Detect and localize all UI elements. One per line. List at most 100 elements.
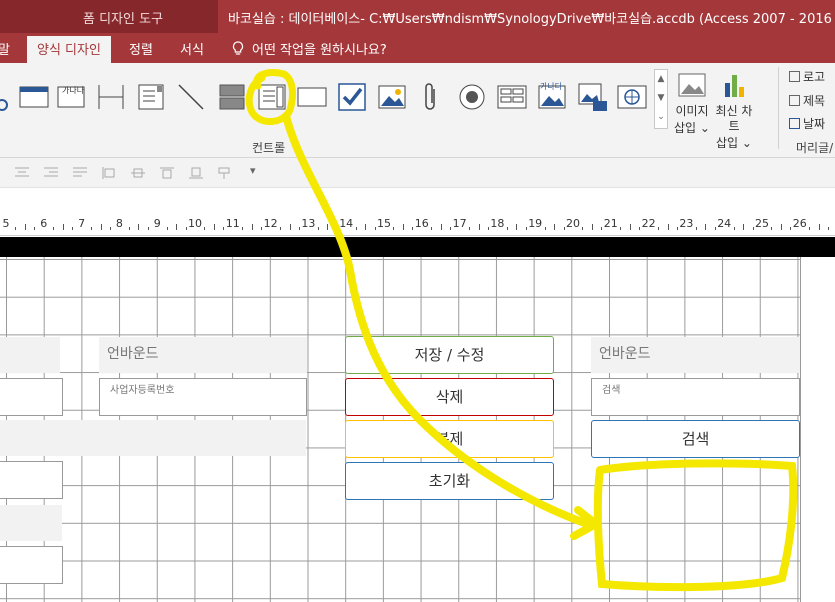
ruler-number: 13 — [301, 217, 316, 230]
left-field-2[interactable] — [0, 461, 63, 499]
form-header-bar[interactable] — [0, 237, 835, 257]
navigation-control-icon[interactable] — [0, 81, 18, 113]
rectangle-control-icon[interactable] — [296, 81, 328, 113]
align-middle-icon[interactable] — [130, 166, 146, 180]
modern-chart-button[interactable]: 최신 차트 삽입 ⌄ — [712, 71, 756, 151]
combo-box-icon[interactable] — [136, 81, 168, 113]
ruler-tick — [365, 224, 367, 230]
insert-image-label-2: 삽입 ⌄ — [674, 121, 710, 135]
toggle-button-icon[interactable] — [216, 81, 248, 113]
ruler-tick — [450, 227, 452, 230]
ruler-tick — [223, 227, 225, 230]
unbound-object-frame-icon[interactable] — [376, 81, 408, 113]
ruler-number: 21 — [603, 217, 618, 230]
line-control-icon[interactable] — [175, 81, 207, 113]
ruler-tick — [667, 224, 669, 230]
gallery-up-icon[interactable]: ▲ — [655, 70, 667, 89]
ruler-tick — [733, 227, 735, 230]
calendar-icon — [789, 118, 800, 129]
tell-me-box[interactable]: 어떤 작업을 원하시나요? — [232, 39, 387, 58]
ruler-tick — [620, 227, 622, 230]
ruler-tick — [544, 227, 546, 230]
ruler-tick — [563, 227, 565, 230]
save-edit-button[interactable]: 저장 / 수정 — [345, 336, 554, 374]
horizontal-ruler: 5 6 7 8 9 10 11 12 13 14 15 16 17 18 19 20 21 22 23 24 25 26 — [0, 212, 835, 236]
ruler-tick — [658, 227, 660, 230]
format-painter-icon[interactable] — [217, 166, 233, 180]
align-bottom-icon[interactable] — [188, 166, 204, 180]
check-box-icon[interactable] — [336, 81, 368, 113]
image-control-icon[interactable]: 가나다 — [536, 81, 568, 113]
ruler-tick — [780, 224, 782, 230]
align-center-icon[interactable] — [14, 166, 30, 180]
format-dropdown-icon[interactable]: ▾ — [250, 164, 256, 177]
unbound-label-right[interactable]: 언바운드 — [591, 337, 800, 373]
align-right-icon[interactable] — [43, 166, 59, 180]
controls-group-label: 컨트롤 — [252, 141, 286, 155]
header-footer-group-label: 머리글/ — [796, 141, 834, 155]
ruler-number: 19 — [528, 217, 543, 230]
align-top-icon[interactable] — [159, 166, 175, 180]
navigation-control-icon-2[interactable] — [616, 81, 648, 113]
ruler-number: 17 — [452, 217, 467, 230]
option-button-icon[interactable] — [456, 81, 488, 113]
unbound-label-left[interactable]: 언바운드 — [99, 337, 307, 373]
align-left-edge-icon[interactable] — [101, 166, 117, 180]
tab-cut-left[interactable]: 말 — [0, 39, 10, 58]
gallery-scroll[interactable]: ▲ ▼ ⌄ — [654, 69, 668, 129]
left-field-1[interactable] — [0, 378, 63, 416]
left-label-block[interactable] — [0, 337, 60, 373]
ruler-number: 26 — [792, 217, 807, 230]
ruler-tick — [336, 227, 338, 230]
attachment-icon[interactable] — [416, 81, 448, 113]
left-label-block-2[interactable] — [0, 505, 62, 541]
ruler-tick — [818, 224, 820, 230]
title-icon — [789, 95, 800, 106]
tab-arrange[interactable]: 정렬 — [129, 39, 153, 58]
logo-label: 로고 — [803, 70, 826, 84]
label-control-icon[interactable]: 가나다 — [56, 81, 88, 113]
date-time-button[interactable]: 날짜 — [789, 115, 825, 132]
ruler-tick — [147, 227, 149, 230]
modern-chart-label-1: 최신 차트 — [715, 104, 753, 133]
ruler-tick — [431, 227, 433, 230]
search-field[interactable]: 검색 — [591, 378, 800, 416]
duplicate-button[interactable]: 복제 — [345, 420, 554, 458]
title-button[interactable]: 제목 — [789, 92, 825, 109]
page-break-icon[interactable] — [95, 81, 127, 113]
gallery-down-icon[interactable]: ▼ — [655, 89, 667, 108]
business-number-field[interactable]: 사업자등록번호 — [99, 378, 307, 416]
image-glyph: 가나다 — [540, 82, 563, 91]
justify-icon[interactable] — [72, 166, 88, 180]
web-browser-control-icon[interactable] — [577, 81, 609, 113]
ribbon-separator — [778, 67, 779, 149]
list-box-icon[interactable] — [256, 81, 288, 113]
tab-form-design[interactable]: 양식 디자인 — [27, 36, 111, 63]
lightbulb-icon — [232, 41, 244, 55]
ribbon-tabs: 말 양식 디자인 정렬 서식 어떤 작업을 원하시나요? — [0, 33, 835, 63]
ruler-tick — [204, 227, 206, 230]
ruler-tick — [554, 224, 556, 230]
ruler-tick — [695, 227, 697, 230]
search-button[interactable]: 검색 — [591, 420, 800, 458]
left-field-3[interactable] — [0, 546, 63, 584]
reset-button[interactable]: 초기화 — [345, 462, 554, 500]
ruler-number: 22 — [641, 217, 656, 230]
subform-icon[interactable] — [496, 81, 528, 113]
ruler-tick — [15, 227, 17, 230]
tab-format[interactable]: 서식 — [180, 39, 204, 58]
ruler-number: 18 — [490, 217, 505, 230]
gallery-more-icon[interactable]: ⌄ — [655, 108, 667, 127]
delete-button[interactable]: 삭제 — [345, 378, 554, 416]
ruler-tick — [34, 227, 36, 230]
insert-image-button[interactable]: 이미지 삽입 ⌄ — [670, 71, 714, 136]
ruler-tick — [138, 224, 140, 230]
ruler-tick — [176, 224, 178, 230]
ruler-tick — [327, 224, 329, 230]
tab-control-icon[interactable] — [18, 81, 50, 113]
ruler-tick — [185, 227, 187, 230]
ruler-tick — [771, 227, 773, 230]
chart-icon — [725, 75, 744, 97]
logo-button[interactable]: 로고 — [789, 68, 825, 85]
wide-label-block[interactable] — [0, 420, 306, 456]
